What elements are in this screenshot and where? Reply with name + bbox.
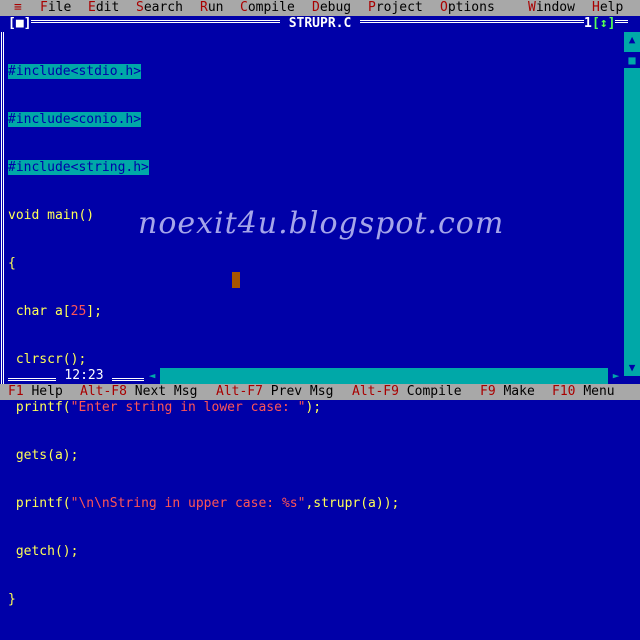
menu-compile-hotkey: C [240,0,248,15]
status-key: F9 [480,384,496,399]
menu-help-hotkey: H [592,0,600,15]
code-token: ]; [86,304,102,319]
code-editor[interactable]: #include<stdio.h> #include<conio.h> #inc… [8,32,618,640]
status-key: F10 [552,384,576,399]
code-line: clrscr(); [8,352,87,367]
menu-debug-hotkey: D [312,0,320,15]
menu-project-hotkey: P [368,0,376,15]
status-key: Alt-F9 [352,384,399,399]
window-frame-left [1,32,8,384]
zoom-icon: [↕] [592,16,616,31]
status-compile[interactable]: Alt-F9 Compile [352,384,462,400]
window-close-button[interactable]: [■] [8,16,32,32]
menu-options[interactable]: Options [440,0,495,16]
status-make[interactable]: F9 Make [480,384,535,400]
status-label: Compile [406,384,462,399]
menu-options-label: ptions [447,0,495,15]
status-menu[interactable]: F10 Menu [552,384,615,400]
vertical-scroll-thumb[interactable]: ■ [624,52,640,68]
status-bar: F1 Help Alt-F8 Next Msg Alt-F7 Prev Msg … [0,384,640,400]
code-line: getch(); [8,544,79,559]
code-line: #include<stdio.h> [8,64,618,80]
system-menu-icon[interactable]: ≡ [14,0,22,16]
menu-compile-label: ompile [247,0,295,15]
include-directive: #include<string.h> [8,160,149,175]
include-directive: #include<conio.h> [8,112,142,127]
menu-search-hotkey: S [136,0,144,15]
code-line: #include<conio.h> [8,112,618,128]
menu-edit-label: dit [95,0,120,15]
code-line: #include<string.h> [8,160,618,176]
menu-file-label: ile [47,0,72,15]
vertical-scrollbar[interactable]: ▲ ■ ▼ [624,32,640,376]
menu-file[interactable]: File [40,0,71,16]
string-literal: "\n\nString in upper case: %s" [70,496,306,511]
window-number: 1 [584,16,592,32]
code-line: } [8,592,16,607]
status-help[interactable]: F1 Help [8,384,63,400]
menu-edit[interactable]: Edit [88,0,119,16]
status-next-msg[interactable]: Alt-F8 Next Msg [80,384,197,400]
menu-run[interactable]: Run [200,0,223,16]
menu-run-label: un [207,0,224,15]
code-token: ); [305,400,322,415]
status-label: Next Msg [134,384,198,399]
menu-debug[interactable]: Debug [312,0,351,16]
menu-bar: ≡ File Edit Search Run Compile Debug Pro… [0,0,640,16]
code-line: gets(a); [8,448,79,463]
menu-project-label: roject [375,0,423,15]
menu-window-label: indow [535,0,575,15]
watermark: noexit4u.blogspot.com [138,206,505,241]
menu-edit-hotkey: E [88,0,96,15]
menu-help[interactable]: Help [592,0,623,16]
window-title[interactable]: STRUPR.C [280,16,360,32]
menu-file-hotkey: F [40,0,48,15]
code-line: { [8,256,16,271]
number-literal: 25 [70,304,87,319]
menu-options-hotkey: O [440,0,448,15]
status-label: Make [503,384,535,399]
status-label: Help [31,384,63,399]
close-icon: [■] [8,16,32,31]
code-line: char a[25]; [8,304,618,320]
menu-project[interactable]: Project [368,0,423,16]
code-token: ,strupr(a)); [305,496,400,511]
menu-debug-label: ebug [319,0,352,15]
status-key: Alt-F8 [80,384,127,399]
scroll-up-arrow-icon[interactable]: ▲ [624,32,640,48]
editor-window: [■] STRUPR.C 1 [↕] ▲ ■ ▼ 12:23 ◄ ► #incl… [0,16,640,607]
status-prev-msg[interactable]: Alt-F7 Prev Msg [216,384,333,400]
code-token: printf( [8,496,71,511]
status-key: Alt-F7 [216,384,263,399]
menu-compile[interactable]: Compile [240,0,295,16]
code-token: printf( [8,400,71,415]
window-zoom-button[interactable]: [↕] [592,16,616,32]
menu-search-label: earch [143,0,183,15]
menu-window[interactable]: Window [528,0,575,16]
code-line: printf("\n\nString in upper case: %s",st… [8,496,618,512]
status-key: F1 [8,384,24,399]
status-label: Prev Msg [270,384,334,399]
status-label: Menu [583,384,615,399]
string-literal: "Enter string in lower case: " [70,400,306,415]
code-token: char a[ [8,304,71,319]
menu-window-hotkey: W [528,0,536,15]
scroll-down-arrow-icon[interactable]: ▼ [624,360,640,376]
include-directive: #include<stdio.h> [8,64,142,79]
menu-run-hotkey: R [200,0,208,15]
code-line: printf("Enter string in lower case: "); [8,400,618,416]
menu-search[interactable]: Search [136,0,183,16]
menu-help-label: elp [599,0,624,15]
text-cursor [232,272,240,288]
